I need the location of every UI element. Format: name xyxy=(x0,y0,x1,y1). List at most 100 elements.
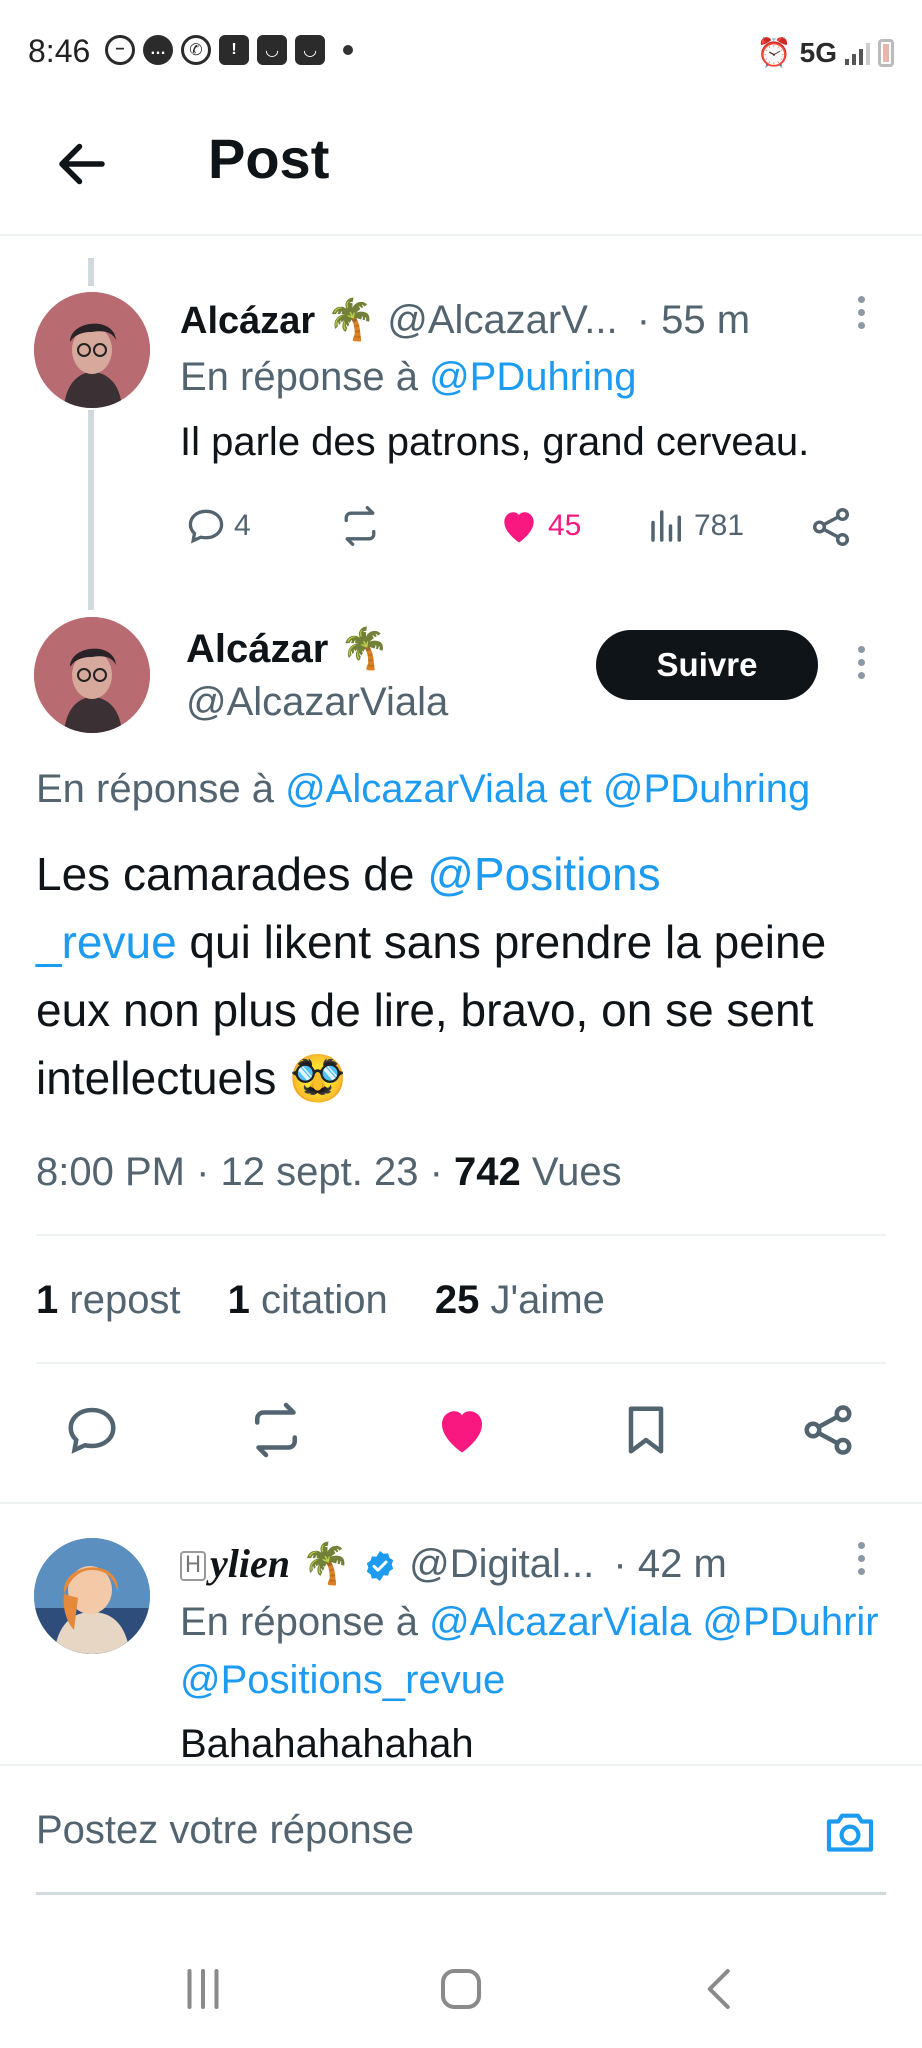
reply-header: Hylien 🌴 @Digital... · 42 m xyxy=(180,1540,727,1587)
likes-stat[interactable]: 25 J'aime xyxy=(435,1278,605,1322)
author-name: Alcázar xyxy=(186,627,329,671)
reply-input[interactable]: Postez votre réponse xyxy=(36,1808,414,1853)
share-icon xyxy=(812,508,850,546)
views-count: 742 xyxy=(454,1150,521,1194)
mention-link-cont[interactable]: _revue xyxy=(36,916,177,968)
reply-context-cont: @Positions_revue xyxy=(180,1658,505,1703)
mention-link[interactable]: @PDuhrir xyxy=(702,1600,878,1644)
comment-icon[interactable] xyxy=(62,1400,122,1460)
section-separator xyxy=(0,1502,922,1504)
author-handle[interactable]: @AlcazarV... xyxy=(387,298,617,342)
reply-header: Alcázar 🌴 @AlcazarV... · 55 m xyxy=(180,296,750,343)
recent-apps-icon[interactable] xyxy=(176,1962,230,2016)
reply-actions: 4 45 781 xyxy=(180,500,860,556)
repost-button[interactable] xyxy=(336,504,384,548)
alert-icon: ! xyxy=(219,35,249,65)
reply-text: Bahahahahahah xyxy=(180,1722,474,1764)
quotes-count: 1 xyxy=(227,1278,250,1322)
view-count: 781 xyxy=(694,509,745,542)
post-time: · 55 m xyxy=(636,298,751,342)
messages-icon: … xyxy=(143,35,173,65)
reply-context: En réponse à @PDuhring xyxy=(180,355,636,400)
avatar-portrait-icon xyxy=(34,292,150,408)
signal-icon xyxy=(845,41,870,65)
main-post-avatar[interactable] xyxy=(34,617,150,733)
divider xyxy=(36,1234,886,1236)
main-author-name[interactable]: Alcázar 🌴 xyxy=(186,625,389,672)
notification-icons: − … ✆ ! ◡ ◡ xyxy=(105,35,353,65)
bookmark-icon[interactable] xyxy=(616,1400,676,1460)
reposts-count: 1 xyxy=(36,1278,59,1322)
battery-icon xyxy=(878,38,894,67)
quotes-label: citation xyxy=(261,1278,388,1322)
system-navigation-bar xyxy=(0,1920,922,2048)
repost-icon[interactable] xyxy=(244,1400,308,1460)
home-icon[interactable] xyxy=(434,1962,488,2016)
post-date: 12 sept. 23 xyxy=(220,1150,419,1194)
views-chart-icon xyxy=(651,510,681,542)
more-options-icon[interactable] xyxy=(858,1542,866,1575)
avatar-portrait-icon xyxy=(34,617,150,733)
page-title: Post xyxy=(208,127,330,190)
reply-prefix: En réponse à xyxy=(180,355,418,399)
mention-link[interactable]: @PDuhring xyxy=(429,355,636,399)
disguise-emoji: 🥸 xyxy=(289,1052,347,1104)
quotes-stat[interactable]: 1 citation xyxy=(228,1278,388,1322)
author-handle[interactable]: @Digital... xyxy=(409,1542,594,1586)
like-count: 45 xyxy=(548,509,582,542)
name-emoji: 🌴 xyxy=(326,298,377,342)
status-time: 8:46 xyxy=(28,33,91,69)
heart-filled-icon xyxy=(504,512,534,543)
likes-count: 25 xyxy=(434,1278,480,1322)
comment-icon xyxy=(188,509,224,544)
reply-avatar[interactable] xyxy=(34,1538,150,1654)
name-emoji: 🌴 xyxy=(339,627,390,671)
reposts-label: repost xyxy=(69,1278,181,1322)
mention-link[interactable]: @PDuhring xyxy=(603,767,810,811)
heart-filled-icon[interactable] xyxy=(432,1400,492,1460)
reply-prefix: En réponse à xyxy=(180,1600,418,1644)
follow-button[interactable]: Suivre xyxy=(596,630,818,700)
more-options-icon[interactable] xyxy=(858,296,866,329)
main-reply-context: En réponse à @AlcazarViala et @PDuhring xyxy=(36,767,810,812)
top-header: Post xyxy=(0,100,922,236)
composer-underline xyxy=(36,1892,886,1895)
mention-link[interactable]: @AlcazarViala xyxy=(285,767,547,811)
status-bar: 8:46 − … ✆ ! ◡ ◡ ⏰ 5G xyxy=(0,0,922,100)
network-label: 5G xyxy=(799,36,837,68)
body-text: Les camarades de xyxy=(36,848,428,900)
likes-label: J'aime xyxy=(490,1278,605,1322)
mention-link[interactable]: @AlcazarViala xyxy=(429,1600,691,1644)
share-icon[interactable] xyxy=(798,1400,858,1460)
repost-icon xyxy=(344,506,376,546)
camera-icon[interactable] xyxy=(822,1806,878,1858)
reply-text: Il parle des patrons, grand cerveau. xyxy=(180,420,810,464)
post-meta: 8:00 PM · 12 sept. 23 · 742 Vues xyxy=(36,1150,622,1194)
reposts-stat[interactable]: 1 repost xyxy=(36,1278,181,1322)
app-notification-icon: ◡ xyxy=(257,35,287,65)
mention-link[interactable]: @Positions_revue xyxy=(180,1658,505,1702)
like-button[interactable]: 45 xyxy=(496,504,581,548)
engagement-stats: 1 repost 1 citation 25 J'aime xyxy=(36,1278,641,1323)
mention-link[interactable]: @Positions xyxy=(427,848,660,900)
whatsapp-icon: ✆ xyxy=(181,35,211,65)
back-arrow-icon[interactable] xyxy=(52,134,112,194)
name-emoji: 🌴 xyxy=(301,1542,351,1586)
thread-connector xyxy=(88,410,94,610)
reply-button[interactable]: 4 xyxy=(184,504,251,548)
avatar[interactable] xyxy=(34,292,150,408)
author-name[interactable]: Alcázar xyxy=(180,300,315,342)
post-time: · 42 m xyxy=(613,1542,727,1586)
main-author-handle[interactable]: @AlcazarViala xyxy=(186,680,448,725)
avatar-anime-icon xyxy=(34,1538,150,1654)
main-post-text: Les camarades de @Positions _revue qui li… xyxy=(36,840,896,1112)
views-label: Vues xyxy=(531,1150,622,1194)
more-options-icon[interactable] xyxy=(858,646,866,679)
reply-context: En réponse à @AlcazarViala @PDuhrir xyxy=(180,1600,879,1645)
author-name[interactable]: ylien xyxy=(210,1541,290,1586)
dnd-icon: − xyxy=(105,35,135,65)
reply-and: et xyxy=(558,767,592,811)
views-button[interactable]: 781 xyxy=(646,504,744,548)
back-nav-icon[interactable] xyxy=(694,1962,748,2016)
share-button[interactable] xyxy=(808,504,854,550)
